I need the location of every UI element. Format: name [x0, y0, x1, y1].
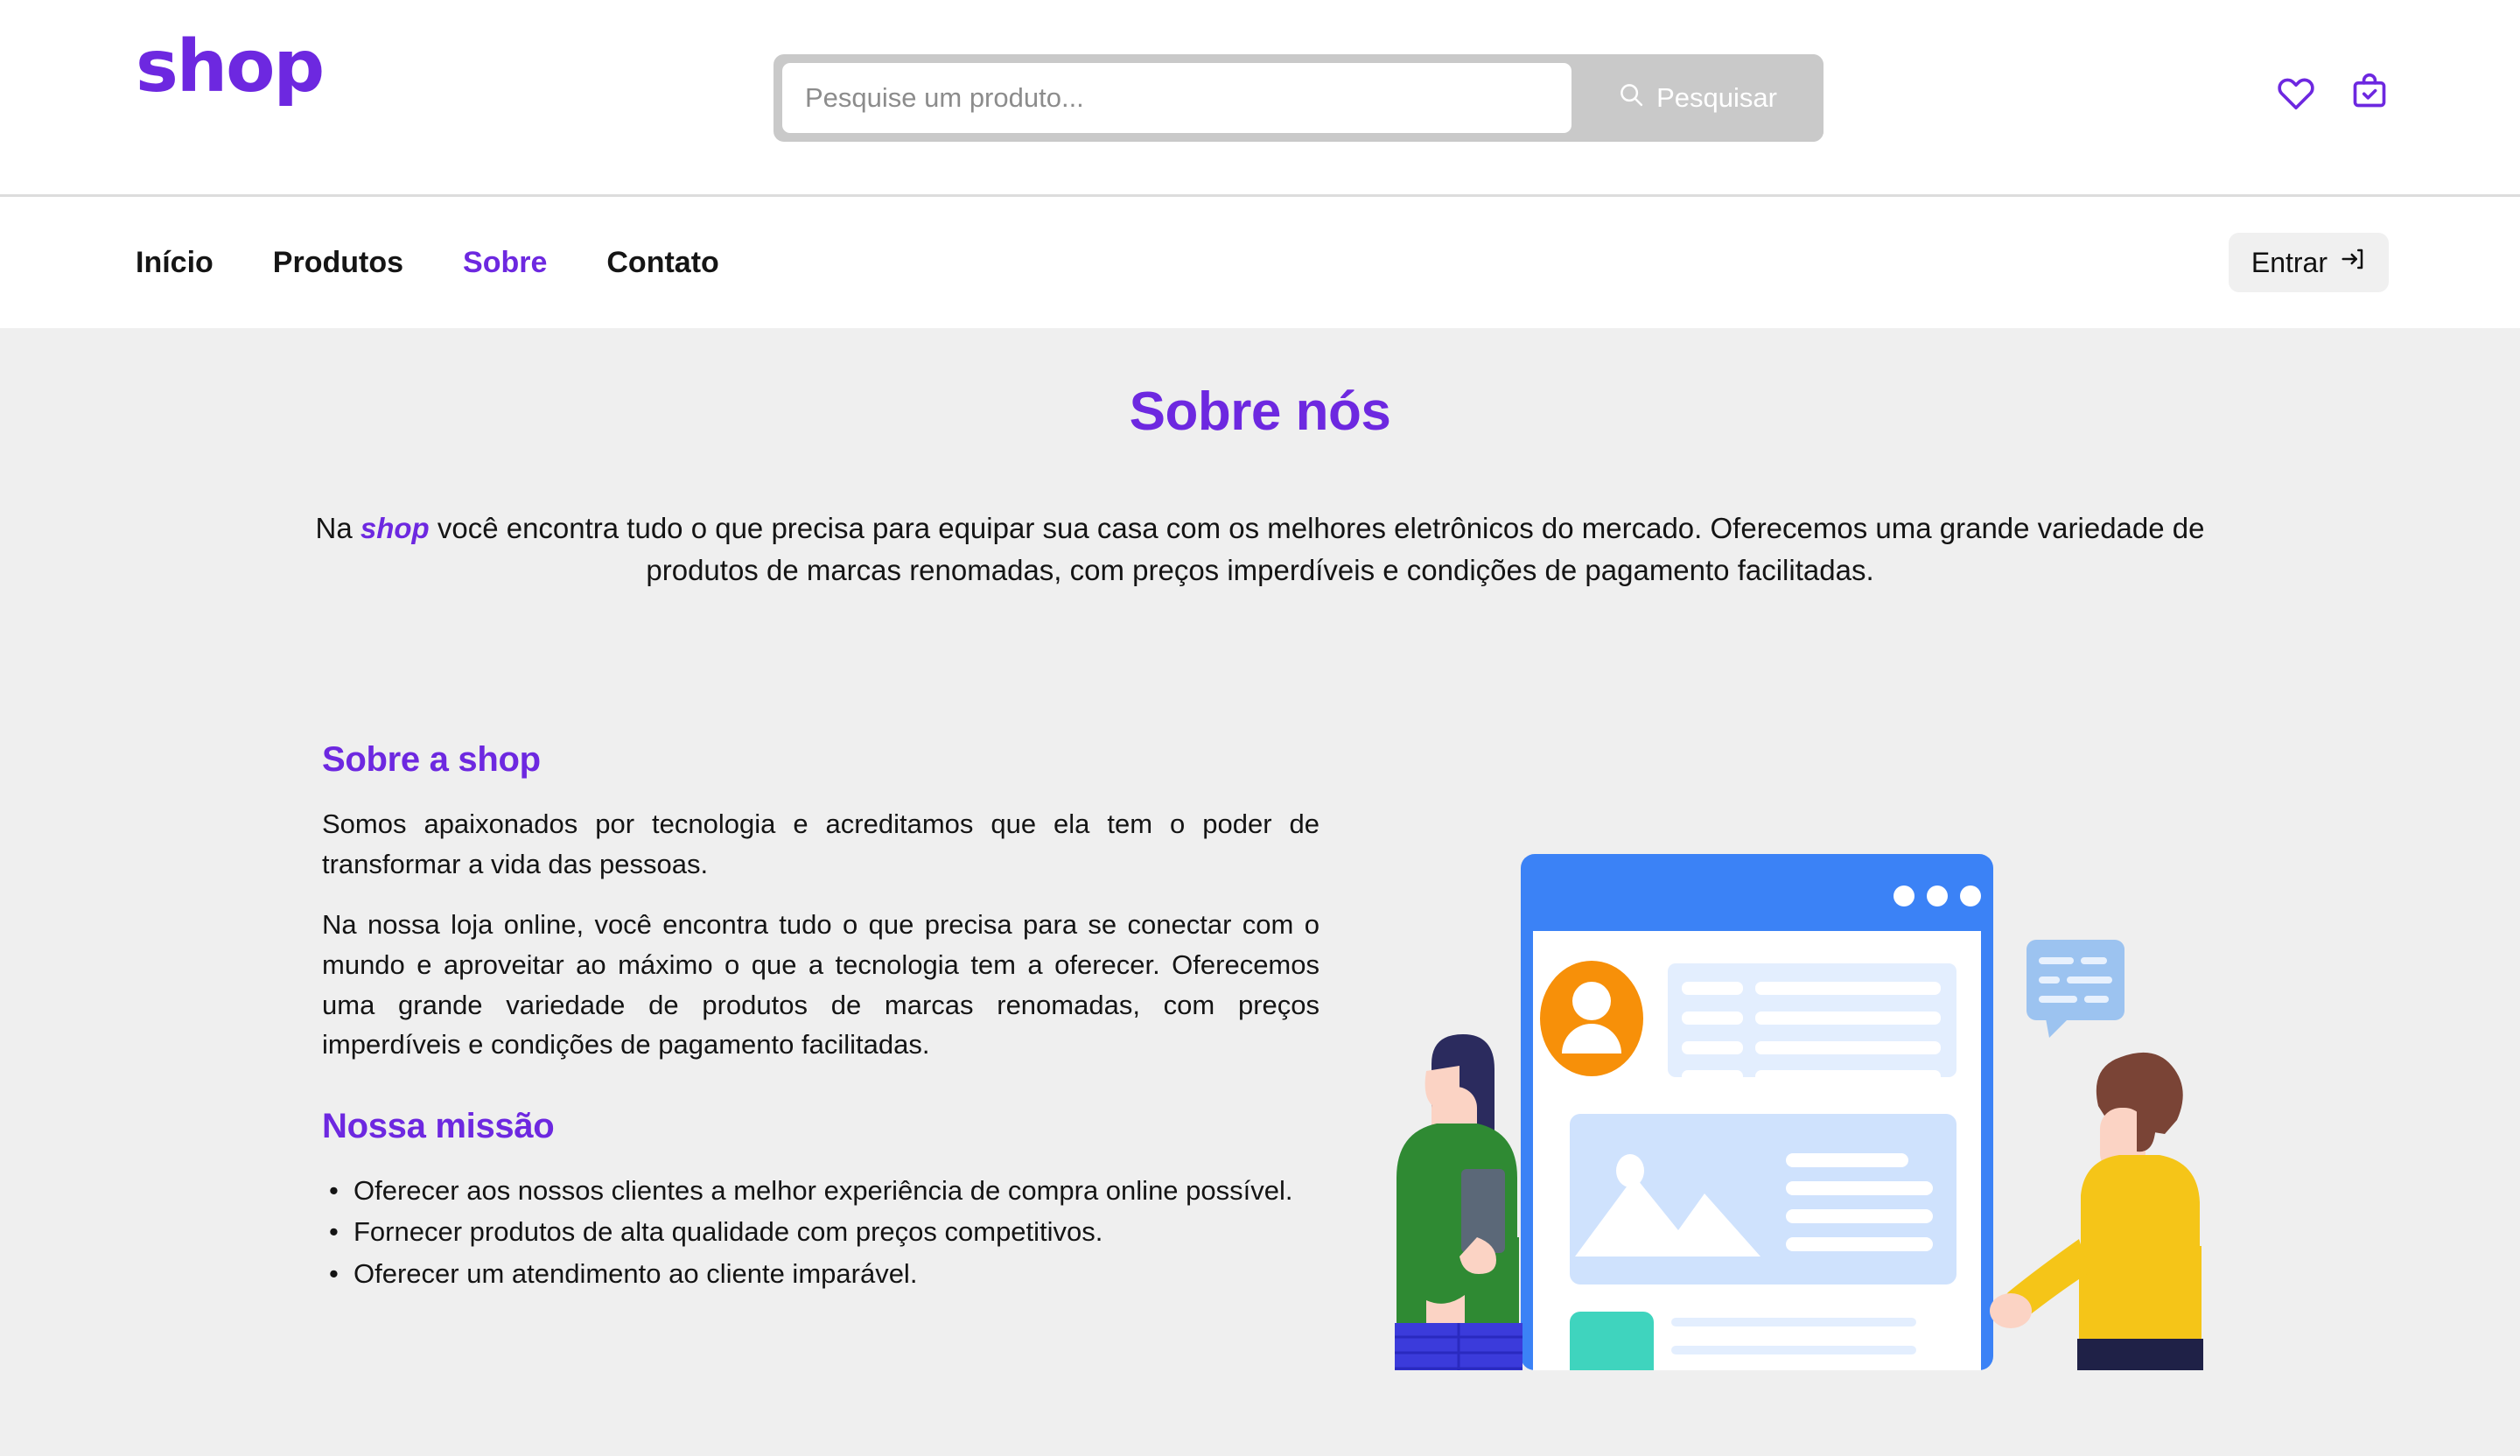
intro-text-before: Na	[315, 512, 360, 544]
list-item: Oferecer aos nossos clientes a melhor ex…	[322, 1171, 1320, 1211]
intro-text-after: você encontra tudo o que precisa para eq…	[429, 512, 2205, 587]
section-title-sobre-a-shop: Sobre a shop	[322, 740, 541, 780]
about-content-columns: Sobre a shop Somos apaixonados por tecno…	[0, 740, 2520, 1418]
about-paragraph-2: Na nossa loja online, você encontra tudo…	[322, 909, 1320, 1060]
search-input[interactable]	[782, 63, 1572, 133]
nav-item-sobre[interactable]: Sobre	[433, 246, 577, 280]
list-item: Fornecer produtos de alta qualidade com …	[322, 1212, 1320, 1252]
list-item: Oferecer um atendimento ao cliente impar…	[322, 1254, 1320, 1294]
about-page: Sobre nós Na shop você encontra tudo o q…	[0, 328, 2520, 1456]
login-button-label: Entrar	[2250, 246, 2328, 278]
about-illustration-column	[1320, 740, 2203, 1418]
about-text-column: Sobre a shop Somos apaixonados por tecno…	[322, 740, 1320, 1295]
login-arrow-icon	[2340, 246, 2366, 279]
search-button[interactable]: Pesquisar	[1572, 54, 1824, 142]
main-navigation: Início Produtos Sobre Contato Entrar	[0, 197, 2520, 328]
section-title-nossa-missao: Nossa missão	[322, 1106, 555, 1145]
about-paragraph-1: Somos apaixonados por tecnologia e acred…	[322, 808, 1320, 879]
nav-item-produtos[interactable]: Produtos	[243, 246, 433, 280]
nav-item-inicio[interactable]: Início	[136, 246, 243, 280]
heart-icon[interactable]	[2277, 72, 2315, 110]
search-button-label: Pesquisar	[1656, 82, 1777, 113]
site-header: shop Pesquisar	[0, 0, 2520, 197]
search-icon	[1618, 81, 1644, 115]
team-website-illustration	[1346, 828, 2221, 1418]
nav-links: Início Produtos Sobre Contato	[136, 246, 749, 280]
header-actions	[2277, 72, 2389, 110]
intro-paragraph: Na shop você encontra tudo o que precisa…	[258, 508, 2262, 592]
search-bar: Pesquisar	[774, 54, 1824, 142]
mission-list: Oferecer aos nossos clientes a melhor ex…	[322, 1171, 1320, 1294]
intro-brand-name: shop	[360, 512, 430, 544]
shopping-bag-check-icon[interactable]	[2350, 72, 2389, 110]
page-title: Sobre nós	[1129, 382, 1391, 442]
login-button[interactable]: Entrar	[2228, 233, 2389, 292]
nav-item-contato[interactable]: Contato	[577, 246, 748, 280]
site-logo[interactable]: shop	[136, 32, 325, 103]
